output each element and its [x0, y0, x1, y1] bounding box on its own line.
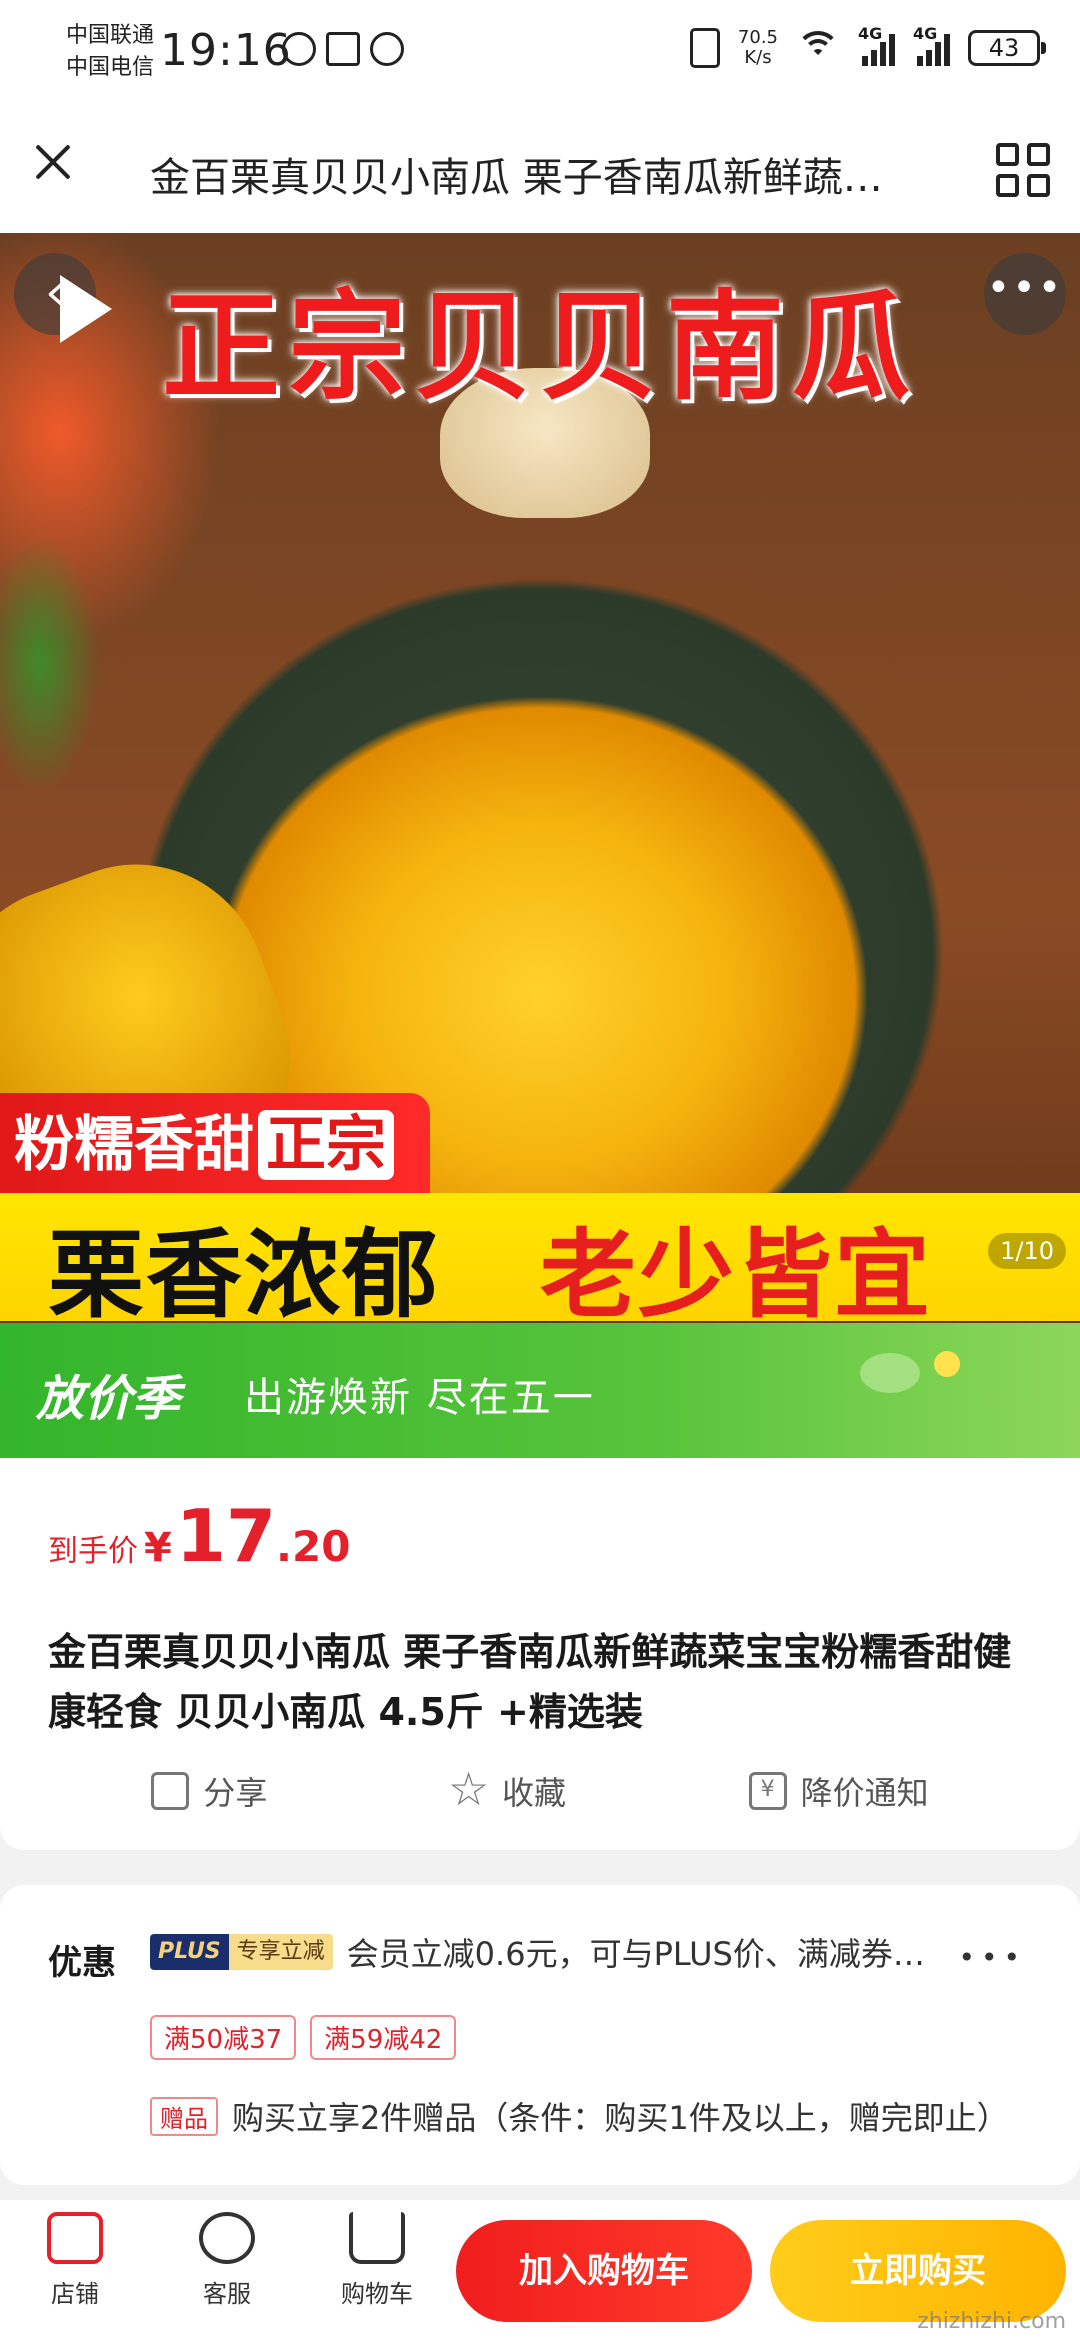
vibrate-icon — [689, 28, 720, 68]
flower-icon — [934, 1351, 960, 1377]
add-to-cart-button[interactable]: 加入购物车 — [456, 2220, 752, 2322]
carrier-info: 中国联通 中国电信 — [66, 20, 154, 84]
image-counter: 1/10 — [988, 1233, 1066, 1269]
coupon-2[interactable]: 满59减42 — [310, 2015, 457, 2060]
clock: 19:16 — [160, 25, 292, 76]
watermark: zhizhizhi.com — [917, 2309, 1066, 2334]
product-image-carousel[interactable]: 正宗贝贝南瓜 ‹ ••• 粉糯香甜 正宗 栗香浓郁 老少皆宜 1/10 放价季 出… — [0, 233, 1080, 1458]
share-button[interactable]: 分享 — [151, 1768, 267, 1814]
hero-yellow-band: 栗香浓郁 老少皆宜 — [0, 1193, 1080, 1331]
close-icon[interactable] — [24, 131, 86, 193]
store-icon — [47, 2212, 103, 2264]
hero-tag-highlight: 正宗 — [258, 1110, 394, 1180]
customer-service-button[interactable]: 客服 — [172, 2212, 282, 2309]
nfc-icon — [326, 32, 360, 66]
net-speed-value: 70.5 — [737, 27, 778, 48]
promo-banner[interactable]: 放价季 出游焕新 尽在五一 — [0, 1323, 1080, 1458]
gift-promo-row: 赠品 购买立享2件赠品（条件：购买1件及以上，赠完即止） — [150, 2093, 1032, 2139]
carrier-2: 中国电信 — [66, 55, 155, 80]
plus-badge-main: PLUS — [150, 1934, 229, 1970]
status-icons — [282, 32, 404, 66]
signal-1-label: 4G — [858, 24, 883, 43]
hero-tag: 粉糯香甜 正宗 — [0, 1093, 430, 1199]
signal-icon-2: 4G — [913, 24, 950, 66]
service-label: 客服 — [203, 2280, 251, 2308]
signal-2-label: 4G — [913, 24, 938, 43]
product-info-card: 到手价 ¥ 17 .20 金百栗真贝贝小南瓜 栗子香南瓜新鲜蔬菜宝宝粉糯香甜健康… — [0, 1458, 1080, 1850]
shop-button[interactable]: 店铺 — [20, 2212, 130, 2309]
price: 到手价 ¥ 17 .20 — [48, 1494, 350, 1578]
hero-tag-text: 粉糯香甜 — [14, 1110, 254, 1180]
carrier-1: 中国联通 — [66, 23, 155, 48]
favorite-label: 收藏 — [501, 1774, 566, 1812]
price-alert-button[interactable]: ¥ 降价通知 — [748, 1768, 929, 1814]
wifi-icon — [796, 31, 840, 65]
grid-menu-icon[interactable] — [996, 143, 1050, 197]
leaf-icon — [860, 1353, 920, 1393]
cart-icon — [349, 2212, 405, 2264]
cart-label: 购物车 — [341, 2280, 413, 2308]
action-row: 分享 收藏 ¥ 降价通知 — [0, 1762, 1080, 1816]
status-bar: 中国联通 中国电信 19:16 70.5 K/s 4G 4G 43 — [0, 0, 1080, 105]
promo-banner-title: 放价季 — [36, 1371, 181, 1427]
promo-label: 优惠 — [48, 1943, 116, 1983]
promo-banner-subtitle: 出游焕新 尽在五一 — [244, 1375, 595, 1421]
top-nav-bar: 金百栗真贝贝小南瓜 栗子香南瓜新鲜蔬菜宝宝粉糯香甜健康轻食 贝贝小南瓜 4.5斤… — [0, 105, 1080, 233]
buy-now-button[interactable]: 立即购买 — [770, 2220, 1066, 2322]
page-title: 金百栗真贝贝小南瓜 栗子香南瓜新鲜蔬菜宝宝粉糯香甜健康轻食 贝贝小南瓜 4.5斤… — [150, 155, 910, 201]
gift-promo-text: 购买立享2件赠品（条件：购买1件及以上，赠完即止） — [232, 2099, 1009, 2137]
more-options-button[interactable]: ••• — [984, 253, 1066, 335]
hero-title: 正宗贝贝南瓜 — [161, 278, 918, 416]
coupon-list: 满50减37 满59减42 — [150, 2015, 457, 2060]
price-label: 到手价 — [48, 1534, 138, 1569]
band-left-text: 栗香浓郁 — [48, 1219, 440, 1331]
shop-label: 店铺 — [51, 2280, 99, 2308]
promotions-card[interactable]: 优惠 PLUS 专享立减 会员立减0.6元，可与PLUS价、满减券等优惠叠加使用… — [0, 1885, 1080, 2185]
battery-icon: 43 — [968, 30, 1046, 66]
plus-badge: PLUS 专享立减 — [150, 1934, 333, 1970]
price-decimal: .20 — [276, 1522, 351, 1571]
price-drop-icon: ¥ — [748, 1772, 787, 1810]
price-integer: 17 — [175, 1494, 277, 1578]
signal-icon-1: 4G — [858, 24, 895, 66]
plus-badge-sub: 专享立减 — [228, 1934, 333, 1970]
share-icon — [151, 1772, 190, 1810]
product-title: 金百栗真贝贝小南瓜 栗子香南瓜新鲜蔬菜宝宝粉糯香甜健康轻食 贝贝小南瓜 4.5斤… — [48, 1630, 1012, 1734]
band-right-text: 老少皆宜 — [540, 1219, 932, 1331]
cart-button[interactable]: 购物车 — [322, 2212, 432, 2309]
favorite-button[interactable]: 收藏 — [448, 1762, 566, 1816]
chat-icon — [199, 2212, 255, 2264]
gift-badge: 赠品 — [150, 2096, 218, 2136]
network-speed: 70.5 K/s — [738, 28, 778, 68]
share-label: 分享 — [203, 1774, 268, 1812]
coupon-1[interactable]: 满50减37 — [150, 2015, 297, 2060]
leaves-decoration — [0, 533, 100, 793]
net-speed-unit: K/s — [744, 47, 772, 68]
more-promos-icon[interactable]: ••• — [958, 1941, 1026, 1974]
price-currency: ¥ — [144, 1525, 172, 1571]
plus-promo-row: PLUS 专享立减 会员立减0.6元，可与PLUS价、满减券等优惠叠加使用 — [150, 1929, 927, 1975]
bottom-action-bar: 店铺 客服 购物车 加入购物车 立即购买 zhizhizhi.com — [0, 2200, 1080, 2340]
status-right: 70.5 K/s 4G 4G 43 — [689, 24, 1046, 68]
data-saver-icon — [282, 32, 316, 66]
price-alert-label: 降价通知 — [800, 1774, 929, 1812]
plus-promo-text: 会员立减0.6元，可与PLUS价、满减券等优惠叠加使用 — [346, 1935, 927, 1973]
alarm-icon — [370, 32, 404, 66]
star-icon — [448, 1762, 489, 1816]
